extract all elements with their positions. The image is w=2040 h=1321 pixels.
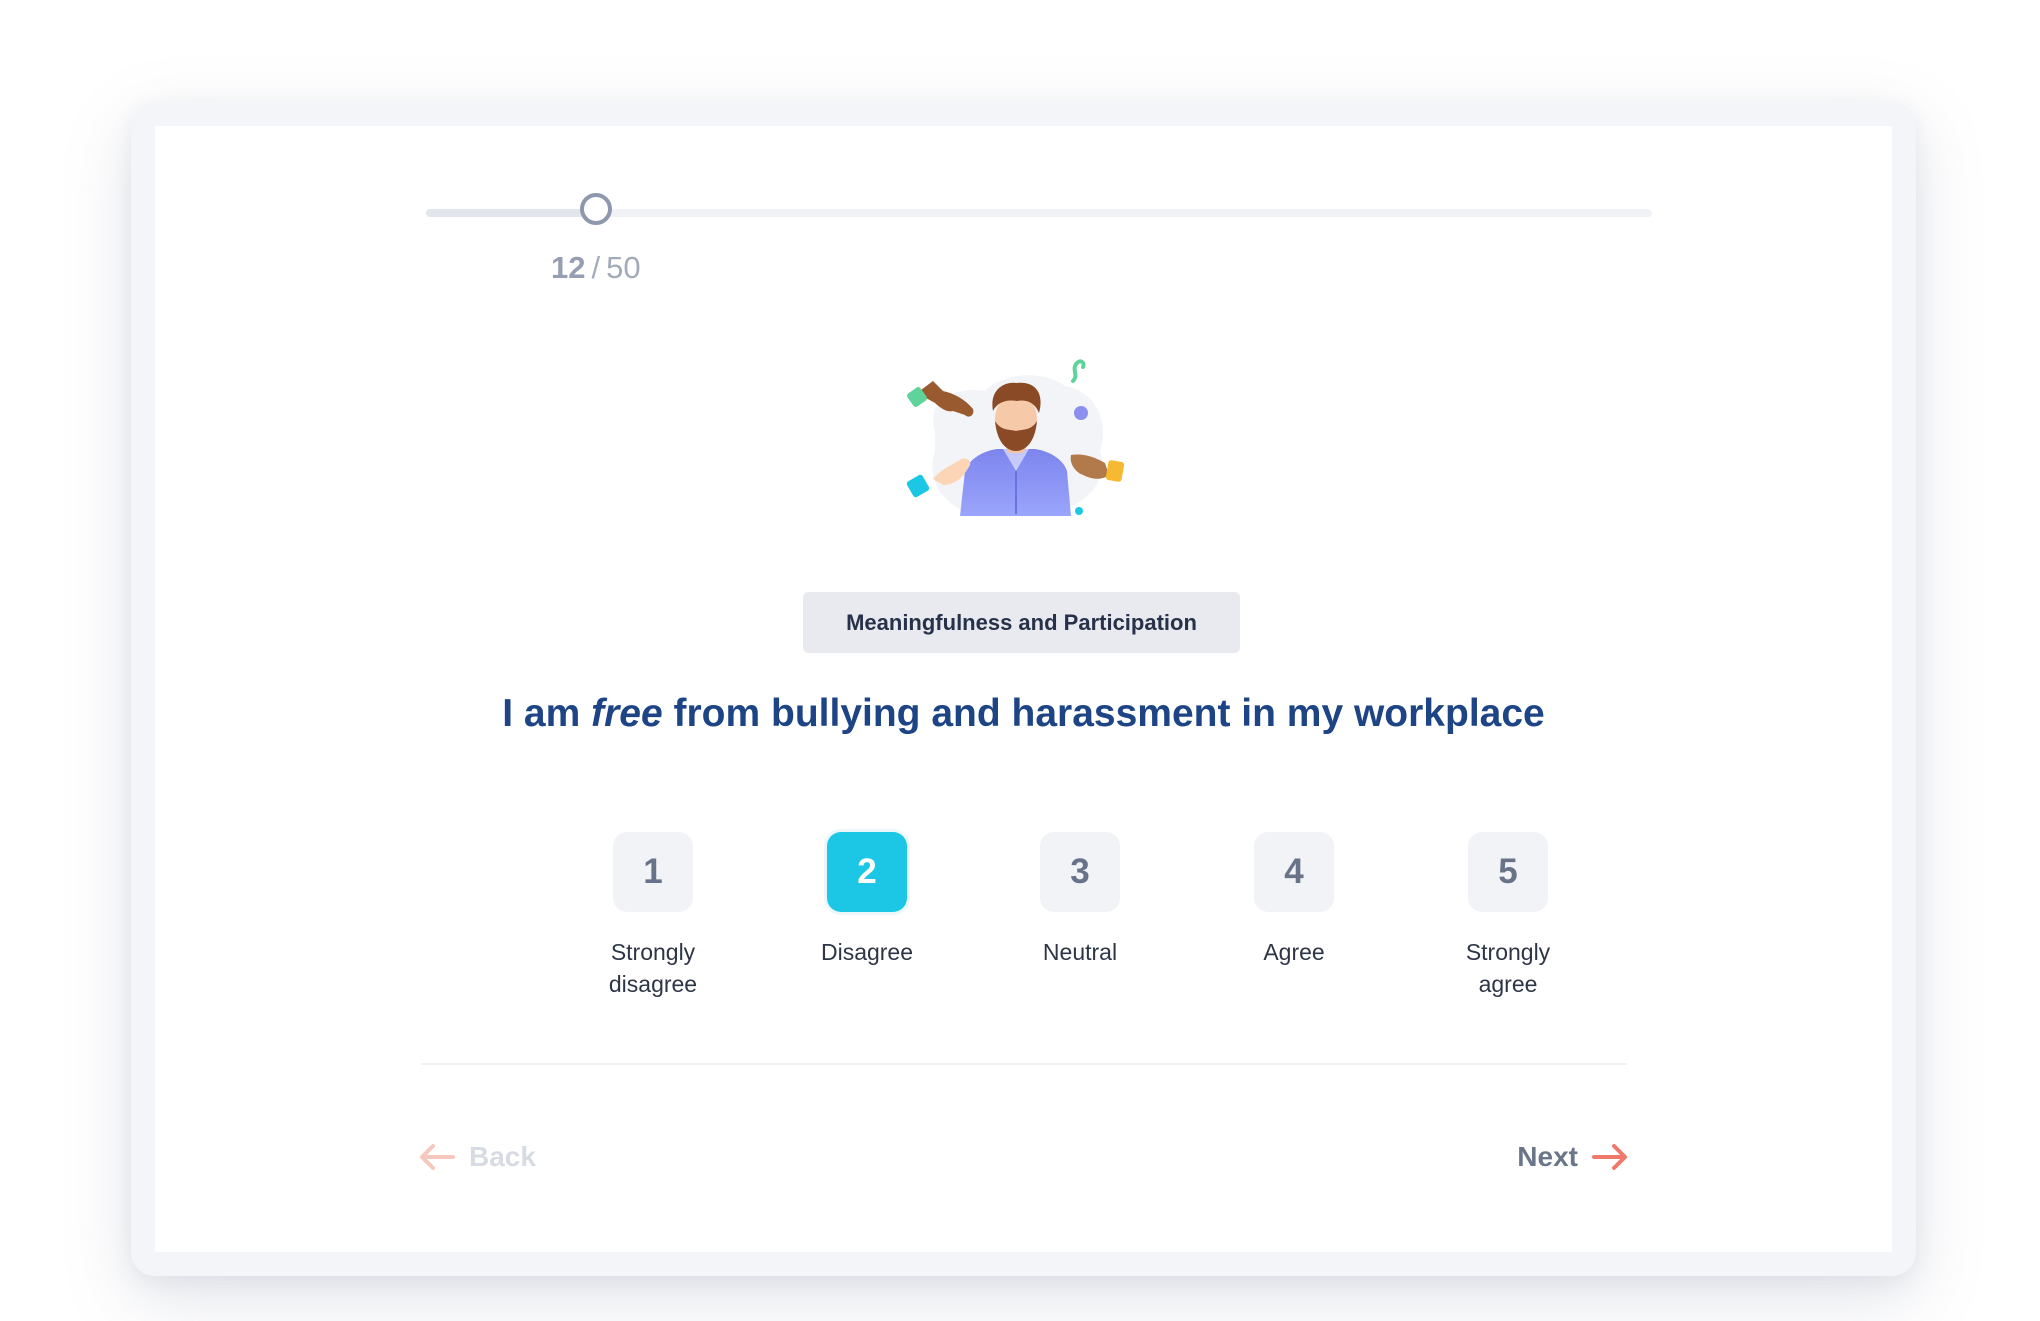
progress-separator: / (591, 250, 601, 285)
next-button[interactable]: Next (1517, 1132, 1628, 1182)
question-text: I am free from bullying and harassment i… (155, 692, 1892, 736)
rating-button-5[interactable]: 5 (1468, 832, 1548, 912)
rating-button-1[interactable]: 1 (613, 832, 693, 912)
survey-card: 12/50 Meaningfulness and Participation I… (131, 102, 1916, 1276)
progress-current: 12 (551, 250, 586, 285)
rating-button-3[interactable]: 3 (1040, 832, 1120, 912)
rating-option-3[interactable]: 3 Neutral (990, 832, 1170, 968)
progress-knob[interactable] (579, 193, 612, 225)
rating-label-2: Disagree (820, 939, 914, 965)
divider (421, 1063, 1627, 1065)
category-badge: Meaningfulness and Participation (803, 592, 1240, 653)
rating-option-5[interactable]: 5 Strongly agree (1418, 832, 1598, 1000)
survey-card-content: 12/50 Meaningfulness and Participation I… (155, 126, 1892, 1252)
next-label: Next (1517, 1141, 1578, 1172)
back-label: Back (469, 1141, 536, 1172)
back-button[interactable]: Back (419, 1132, 536, 1182)
question-emphasis: free (591, 692, 663, 735)
question-suffix: from bullying and harassment in my workp… (662, 692, 1545, 735)
rating-option-1[interactable]: 1 Strongly disagree (563, 832, 743, 1000)
progress-fill (426, 209, 598, 217)
rating-option-2[interactable]: 2 Disagree (777, 832, 957, 968)
rating-label-1: Strongly disagree (608, 939, 698, 997)
question-prefix: I am (502, 692, 592, 735)
rating-label-3: Neutral (1042, 939, 1118, 965)
rating-label-4: Agree (1263, 939, 1325, 965)
progress-counter: 12/50 (551, 250, 641, 286)
progress-total: 50 (606, 250, 641, 285)
arrow-left-icon (420, 1144, 455, 1170)
rating-option-4[interactable]: 4 Agree (1204, 832, 1384, 968)
person-with-hands-illustration (895, 331, 1155, 531)
rating-button-2[interactable]: 2 (827, 832, 907, 912)
rating-label-5: Strongly agree (1465, 939, 1551, 997)
progress-slider[interactable] (426, 193, 1652, 225)
arrow-right-icon (1592, 1144, 1627, 1170)
page: 12/50 Meaningfulness and Participation I… (0, 0, 2040, 1321)
rating-button-4[interactable]: 4 (1254, 832, 1334, 912)
